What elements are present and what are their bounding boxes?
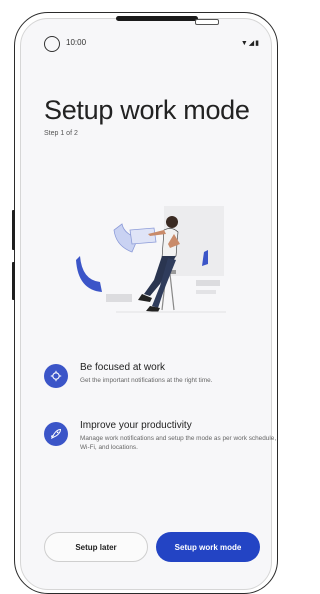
illus-bar xyxy=(196,280,220,286)
illus-glass-screen xyxy=(129,227,157,245)
work-illustration xyxy=(76,206,226,313)
feature-title: Improve your productivity xyxy=(80,420,192,431)
power-button xyxy=(12,262,15,300)
battery-icon: ▮ xyxy=(255,40,260,47)
feature-title: Be focused at work xyxy=(80,362,166,373)
volume-button xyxy=(12,210,15,250)
step-indicator: Step 1 of 2 xyxy=(44,130,78,137)
speaker-notch xyxy=(116,16,198,21)
status-time: 10:00 xyxy=(66,38,87,47)
status-icons: ▼◢▮ xyxy=(241,39,260,47)
person-head xyxy=(166,216,178,228)
illus-screen-left xyxy=(76,256,102,292)
wifi-icon: ▼ xyxy=(240,40,249,47)
setup-later-button[interactable]: Setup later xyxy=(44,532,148,562)
front-camera-icon xyxy=(44,36,60,52)
page-title: Setup work mode xyxy=(44,95,250,125)
sensor-chip xyxy=(195,19,219,25)
rocket-icon xyxy=(44,422,68,446)
feature-description: Manage work notifications and setup the … xyxy=(80,435,277,452)
setup-work-mode-button[interactable]: Setup work mode xyxy=(156,532,260,562)
feature-description: Get the important notifications at the r… xyxy=(80,377,213,384)
status-bar: 10:00 ▼◢▮ xyxy=(44,36,266,54)
focus-icon xyxy=(44,364,68,388)
illus-bar xyxy=(196,290,216,294)
illus-bar xyxy=(106,294,132,302)
